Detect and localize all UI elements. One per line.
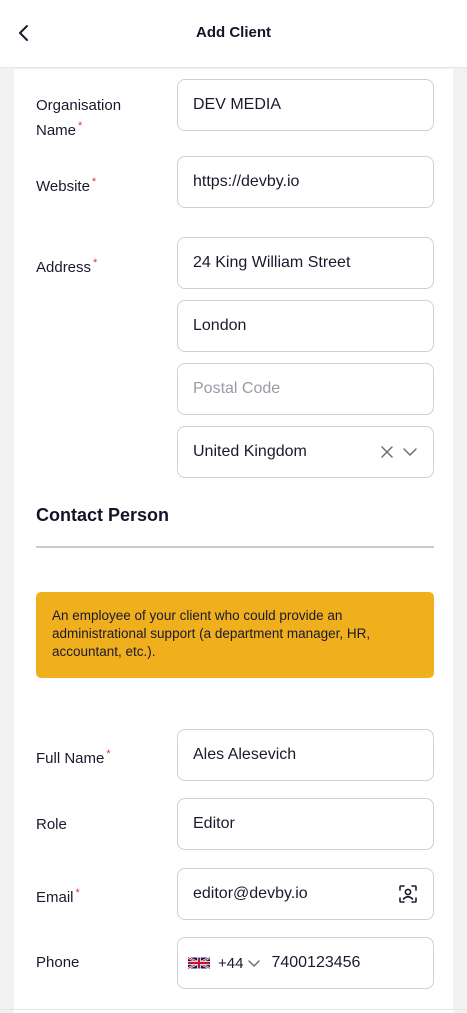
country-code-select[interactable]: +44: [188, 955, 261, 972]
role-input[interactable]: Editor: [177, 798, 434, 850]
postal-code-input[interactable]: Postal Code: [177, 363, 434, 415]
address-city-input[interactable]: London: [177, 300, 434, 352]
organisation-name-input[interactable]: DEV MEDIA: [177, 79, 434, 131]
address-label: Address *: [36, 257, 98, 276]
contact-lookup-icon[interactable]: [398, 884, 418, 904]
contact-notice: An employee of your client who could pro…: [36, 592, 434, 678]
section-divider: [36, 546, 434, 548]
country-code: +44: [218, 954, 244, 972]
role-label: Role: [36, 816, 67, 833]
email-input[interactable]: editor@devby.io: [177, 868, 434, 920]
uk-flag-icon: [188, 956, 210, 970]
chevron-down-icon: [248, 959, 261, 967]
clear-icon[interactable]: [380, 445, 394, 459]
required-mark: *: [78, 120, 83, 132]
required-mark: *: [93, 257, 98, 269]
full-name-label: Full Name *: [36, 748, 111, 767]
email-label: Email *: [36, 887, 80, 906]
chevron-down-icon[interactable]: [402, 447, 418, 457]
phone-label: Phone: [36, 954, 80, 971]
organisation-name-label: Organisation Name *: [36, 97, 122, 139]
phone-input[interactable]: +44 7400123456: [177, 937, 434, 989]
website-label: Website *: [36, 176, 97, 195]
full-name-input[interactable]: Ales Alesevich: [177, 729, 434, 781]
phone-number: 7400123456: [271, 954, 361, 971]
contact-person-heading: Contact Person: [36, 505, 170, 525]
address-street-input[interactable]: 24 King William Street: [177, 237, 434, 289]
website-input[interactable]: https://devby.io: [177, 156, 434, 208]
country-select[interactable]: United Kingdom: [177, 426, 434, 478]
bottom-divider: [0, 1009, 467, 1010]
page-title: Add Client: [196, 24, 271, 41]
form-sheet: Organisation Name * DEV MEDIA Website * ht…: [14, 69, 453, 1013]
required-mark: *: [91, 176, 97, 188]
required-mark: *: [75, 887, 80, 899]
top-bar: Add Client: [0, 0, 467, 68]
required-mark: *: [106, 748, 111, 760]
